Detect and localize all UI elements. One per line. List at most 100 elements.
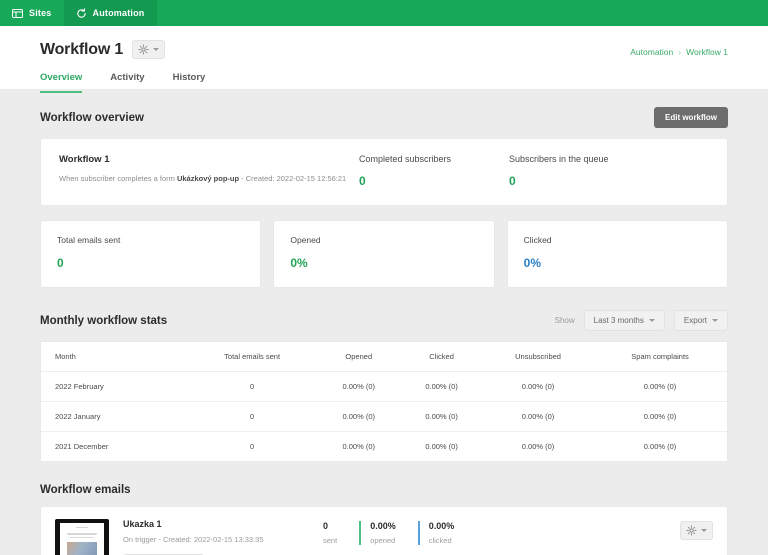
email-stat-sent: 0 sent: [323, 521, 359, 545]
date-range-value: Last 3 months: [593, 316, 644, 325]
cell-spam-complaints: 0.00% (0): [643, 442, 677, 451]
email-settings-button[interactable]: [680, 521, 713, 540]
cell-spam-complaints: 0.00% (0): [593, 401, 727, 432]
column-clicked: Clicked: [400, 342, 484, 372]
email-stat-clicked: 0.00% clicked: [417, 521, 477, 545]
email-stats: 0 sent 0.00% opened 0.00% clicked: [323, 521, 476, 545]
workflow-overview-card: Workflow 1 When subscriber completes a f…: [40, 138, 728, 206]
tab-activity[interactable]: Activity: [110, 72, 144, 93]
page-title: Workflow 1: [40, 40, 124, 58]
workflow-desc-prefix: When subscriber completes a form: [59, 174, 177, 183]
chevron-down-icon: [712, 319, 718, 322]
summary-card-opened: Opened 0%: [273, 220, 495, 288]
workflow-summary: Workflow 1 When subscriber completes a f…: [59, 154, 359, 188]
cell-opened: 0.00% (0): [342, 442, 376, 451]
workflow-emails-title: Workflow emails: [40, 484, 131, 496]
email-list-item: Ukazka 1 On trigger - Created: 2022-02-1…: [40, 506, 728, 555]
workflow-settings-button[interactable]: [132, 40, 166, 59]
monthly-stats-table-card: Month Total emails sent Opened Clicked U…: [40, 341, 728, 462]
cell-spam-complaints: 0.00% (0): [593, 371, 727, 402]
email-thumbnail[interactable]: [55, 519, 109, 555]
monthly-stats-controls: Show Last 3 months Export: [555, 310, 728, 331]
monthly-stats-title: Monthly workflow stats: [40, 314, 168, 327]
chevron-down-icon: [701, 529, 707, 532]
cell-total-emails-sent: 0: [250, 442, 255, 451]
cell-opened: 0.00% (0): [317, 401, 401, 432]
column-spam-complaints: Spam complaints: [593, 342, 727, 372]
summary-card-row: Total emails sent 0 Opened 0% Clicked 0%: [40, 220, 728, 288]
breadcrumb-separator: ›: [678, 47, 682, 57]
sites-icon: [12, 8, 23, 18]
breadcrumb: Automation › Workflow 1: [630, 47, 728, 57]
email-meta: On trigger - Created: 2022-02-15 13:33:3…: [123, 535, 264, 544]
column-total-emails-sent: Total emails sent: [186, 342, 318, 372]
automation-sync-icon: [76, 7, 87, 19]
tab-history[interactable]: History: [173, 72, 206, 93]
summary-label-opened: Opened: [290, 235, 321, 245]
cell-total-emails-sent: 0: [186, 401, 318, 432]
monthly-stats-table: Month Total emails sent Opened Clicked U…: [41, 342, 727, 461]
completed-subscribers-value: 0: [359, 174, 366, 188]
chevron-down-icon: [648, 319, 655, 322]
workflow-overview-title: Workflow overview: [40, 111, 144, 124]
topnav-item-sites[interactable]: Sites: [0, 0, 64, 26]
show-label: Show: [554, 316, 575, 325]
summary-card-clicked: Clicked 0%: [506, 220, 728, 288]
gear-icon: [686, 525, 697, 536]
cell-month: 2022 January: [41, 401, 187, 432]
workflow-desc-suffix: - Created: 2022-02-15 12:56:21: [239, 174, 347, 183]
thumb-photo: [66, 541, 98, 555]
cell-unsubscribed: 0.00% (0): [483, 371, 594, 402]
cell-month: 2021 December: [55, 442, 109, 451]
export-button[interactable]: Export: [673, 310, 728, 331]
workflow-description: When subscriber completes a form Ukázkov…: [59, 174, 359, 185]
email-stat-opened: 0.00% opened: [359, 521, 418, 545]
tab-bar: Overview Activity History: [40, 72, 728, 93]
queued-subscribers-value: 0: [509, 174, 516, 188]
cell-clicked: 0.00% (0): [400, 371, 484, 402]
workflow-name: Workflow 1: [59, 154, 110, 165]
column-unsubscribed: Unsubscribed: [483, 342, 594, 372]
topnav-label-sites: Sites: [29, 8, 52, 18]
table-row: 2022 January 0 0.00% (0) 0.00% (0) 0.00%…: [41, 401, 727, 432]
email-stat-opened-label: opened: [370, 536, 396, 545]
email-name: Ukazka 1: [123, 519, 162, 529]
email-stat-opened-value: 0.00%: [370, 521, 396, 531]
workflow-overview-header: Workflow overview Edit workflow: [40, 107, 728, 128]
workflow-emails-header: Workflow emails: [40, 484, 728, 496]
cell-unsubscribed: 0.00% (0): [483, 401, 594, 432]
email-stat-clicked-label: clicked: [428, 536, 452, 545]
cell-unsubscribed: 0.00% (0): [521, 442, 555, 451]
table-row: 2021 December 0 0.00% (0) 0.00% (0) 0.00…: [41, 432, 727, 462]
chevron-down-icon: [153, 48, 160, 51]
column-opened: Opened: [317, 342, 401, 372]
topnav-item-automation[interactable]: Automation: [63, 0, 157, 26]
thumb-line: [75, 527, 89, 529]
gear-icon: [138, 44, 149, 55]
summary-value-opened: 0%: [290, 256, 308, 270]
summary-card-total-emails-sent: Total emails sent 0: [40, 220, 262, 288]
date-range-select[interactable]: Last 3 months: [583, 310, 665, 331]
title-row: Workflow 1: [40, 40, 728, 59]
column-month: Month: [41, 342, 187, 372]
breadcrumb-automation[interactable]: Automation: [630, 47, 673, 57]
top-navigation-bar: Sites Automation: [0, 0, 768, 26]
cell-month: 2022 February: [41, 371, 187, 402]
table-header-row: Month Total emails sent Opened Clicked U…: [41, 342, 727, 372]
export-label: Export: [683, 316, 707, 325]
queued-subscribers-stat: Subscribers in the queue 0: [509, 154, 659, 188]
thumb-line: [70, 536, 94, 538]
breadcrumb-current[interactable]: Workflow 1: [686, 47, 728, 57]
thumb-line: [67, 533, 97, 535]
monthly-stats-header: Monthly workflow stats Show Last 3 month…: [40, 310, 728, 331]
tab-overview[interactable]: Overview: [40, 72, 83, 93]
summary-value-clicked: 0%: [523, 256, 541, 270]
edit-workflow-button[interactable]: Edit workflow: [654, 107, 728, 128]
cell-clicked: 0.00% (0): [425, 442, 458, 451]
table-row: 2022 February 0 0.00% (0) 0.00% (0) 0.00…: [41, 371, 727, 402]
completed-subscribers-stat: Completed subscribers 0: [359, 154, 509, 188]
summary-label-total-emails-sent: Total emails sent: [57, 235, 121, 245]
page-header: Workflow 1 Automation › Workflow 1 Overv…: [0, 26, 768, 93]
summary-label-clicked: Clicked: [523, 235, 552, 245]
cell-clicked: 0.00% (0): [400, 401, 484, 432]
